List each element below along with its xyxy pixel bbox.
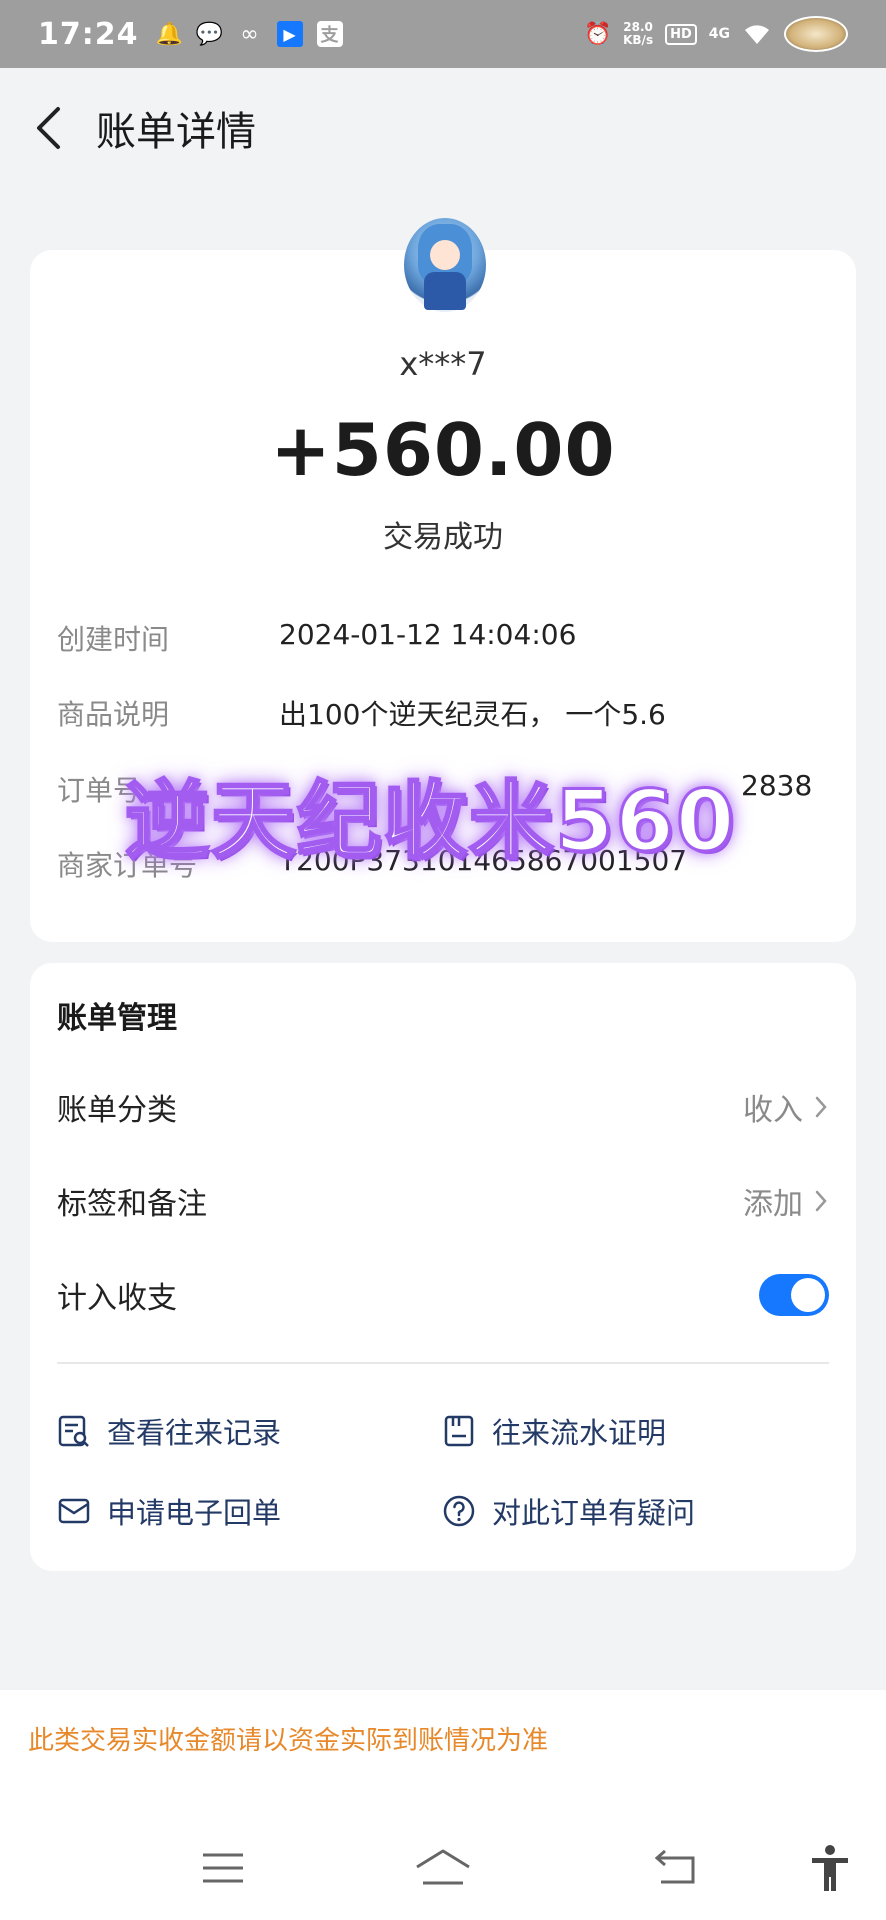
detail-row-product-desc: 商品说明 出100个逆天纪灵石， 一个5.6 [57,693,666,733]
back-icon[interactable] [30,104,66,152]
detail-label: 商品说明 [57,698,170,731]
view-records-button[interactable]: 查看往来记录 [57,1410,281,1452]
wifi-icon [745,25,769,44]
statement-proof-button[interactable]: 往来流水证明 [442,1410,666,1452]
include-balance-toggle[interactable] [759,1274,829,1316]
chevron-right-icon [815,1096,827,1118]
transaction-amount: +560.00 [270,408,616,492]
transaction-status: 交易成功 [383,520,503,555]
detail-value: 出100个逆天纪灵石， 一个5.6 [279,698,666,731]
overlay-caption: 逆天纪收米560 [124,771,737,872]
chevron-right-icon [815,1190,827,1212]
tag-note-label: 标签和备注 [57,1187,207,1222]
bill-category-value: 收入 [743,1085,829,1129]
link-icon: ∞ [240,21,259,47]
alipay-icon: 支 [316,21,343,47]
network-speed: 28.0 KB/s [623,20,654,47]
alarm-icon: ⏰ [584,21,612,47]
tag-note-value: 添加 [743,1179,829,1223]
accessibility-icon[interactable] [795,1838,865,1898]
bell-icon: 🔔 [155,21,184,47]
payer-avatar [404,218,486,312]
record-search-icon [58,1415,89,1447]
status-time: 17:24 [38,16,139,52]
action-label: 查看往来记录 [107,1416,282,1450]
home-icon[interactable] [408,1838,478,1898]
e-receipt-button[interactable]: 申请电子回单 [57,1490,281,1532]
detail-value: 2024-01-12 14:04:06 [279,618,577,651]
system-navbar [0,1820,886,1920]
toggle-knob [791,1278,825,1312]
profile-avatar [784,16,848,52]
divider [57,1362,829,1364]
wechat-icon: 💬 [195,21,224,47]
action-label: 对此订单有疑问 [492,1496,696,1530]
system-indicators: ⏰ 28.0 KB/s HD 4G [584,16,848,52]
page-header: 账单详情 [0,68,886,188]
action-label: 申请电子回单 [107,1496,282,1530]
settlement-notice: 此类交易实收金额请以资金实际到账情况为准 [28,1726,549,1756]
include-balance-label: 计入收支 [57,1281,177,1316]
bill-category-row[interactable]: 账单分类 收入 [57,1082,829,1132]
mail-icon [58,1498,90,1524]
page-title: 账单详情 [96,109,256,155]
app-icon: ▶ [276,21,303,47]
include-balance-row: 计入收支 [57,1270,829,1320]
statement-icon [444,1415,474,1447]
section-title: 账单管理 [57,1001,177,1036]
back-nav-icon[interactable] [640,1838,710,1898]
order-question-button[interactable]: 对此订单有疑问 [442,1490,695,1532]
payer-name: x***7 [399,345,487,383]
status-bar: 17:24 🔔 💬 ∞ ▶ 支 ⏰ 28.0 KB/s HD 4G [0,0,886,68]
notification-icons: 🔔 💬 ∞ ▶ 支 [155,21,343,47]
bill-management-card [30,963,856,1571]
signal-4g: 4G [708,26,730,42]
detail-row-created-time: 创建时间 2024-01-12 14:04:06 [57,618,576,658]
question-icon [443,1495,475,1527]
detail-value: 2838 [741,769,813,802]
action-label: 往来流水证明 [492,1416,667,1450]
tag-note-row[interactable]: 标签和备注 添加 [57,1176,829,1226]
bill-category-label: 账单分类 [57,1093,177,1128]
detail-label: 创建时间 [57,623,170,656]
hd-badge: HD [665,23,697,45]
menu-icon[interactable] [188,1838,258,1898]
